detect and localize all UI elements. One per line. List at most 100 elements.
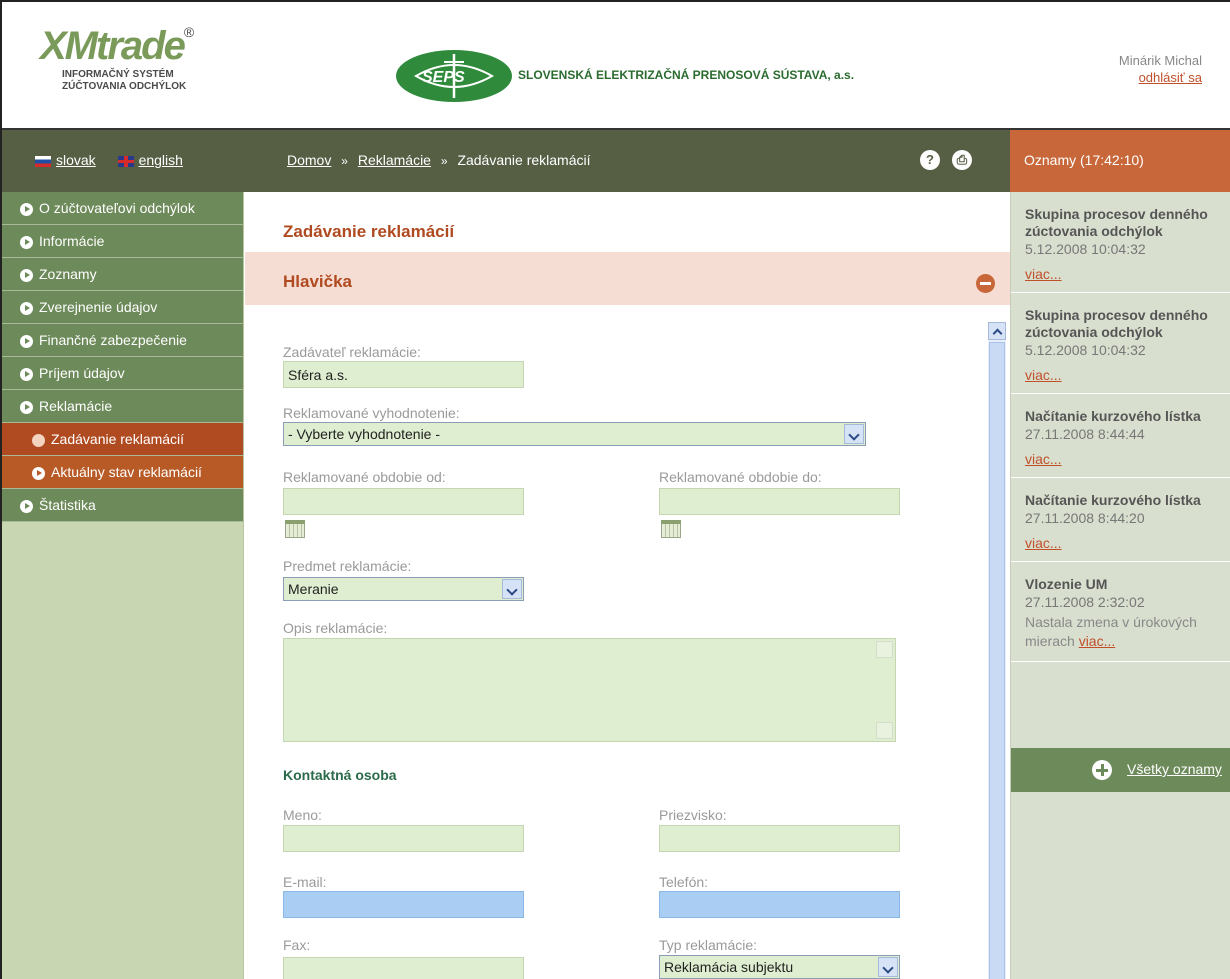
lang-english-link[interactable]: english (139, 152, 183, 168)
news-date: 5.12.2008 10:04:32 (1025, 241, 1146, 257)
bullet-arrow-icon (32, 466, 45, 480)
collapse-icon[interactable] (976, 274, 995, 293)
sidebar-subitem-zadavanie[interactable]: Zadávanie reklamácií (2, 423, 243, 456)
scrollbar-thumb[interactable] (989, 342, 1005, 979)
sidebar-item-label: Štatistika (39, 497, 96, 513)
obdobie-od-field[interactable] (283, 488, 524, 515)
bullet-arrow-icon (20, 367, 33, 381)
news-date: 5.12.2008 10:04:32 (1025, 342, 1146, 358)
news-title: Načítanie kurzového lístka (1025, 492, 1201, 508)
sidebar-item-label: O zúčtovateľovi odchýlok (39, 200, 195, 216)
email-label: E-mail: (283, 874, 327, 890)
top-bar: slovak english Domov » Reklamácie » Zadá… (2, 130, 1230, 192)
print-icon[interactable]: ⎙ (951, 150, 972, 170)
news-title: Načítanie kurzového lístka (1025, 408, 1201, 424)
chevron-down-icon (502, 579, 522, 599)
header: XMtrade® INFORMAČNÝ SYSTÉM ZÚČTOVANIA OD… (2, 2, 1230, 130)
textarea-scrollbar[interactable] (876, 641, 893, 739)
obdobie-do-field[interactable] (659, 488, 900, 515)
telefon-label: Telefón: (659, 874, 709, 890)
vyhodnotenie-label: Reklamované vyhodnotenie: (283, 405, 460, 421)
sidebar-item-prijem[interactable]: Príjem údajov (2, 357, 243, 390)
scroll-up-icon[interactable] (876, 641, 893, 658)
breadcrumb-home[interactable]: Domov (287, 152, 331, 168)
news-date: 27.11.2008 8:44:20 (1025, 510, 1145, 526)
news-item: Skupina procesov denného zúctovania odch… (1011, 293, 1230, 394)
vyhodnotenie-selected: - Vyberte vyhodnotenie - (288, 426, 441, 442)
news-title: Skupina procesov denného zúctovania odch… (1025, 206, 1208, 239)
fax-field[interactable] (283, 957, 524, 979)
opis-textarea[interactable] (283, 638, 896, 742)
sidebar-item-label: Zverejnenie údajov (39, 299, 158, 315)
sidebar-item-label: Reklamácie (39, 398, 113, 414)
zadavatel-label: Zadávateľ reklamácie: (283, 344, 421, 360)
news-more-link[interactable]: viac... (1079, 633, 1116, 649)
breadcrumb-reklamacie[interactable]: Reklamácie (358, 152, 431, 168)
sidebar-item-informacie[interactable]: Informácie (2, 225, 243, 258)
email-field[interactable] (283, 891, 524, 918)
news-date: 27.11.2008 2:32:02 (1025, 594, 1145, 610)
news-item: Načítanie kurzového lístka 27.11.2008 8:… (1011, 394, 1230, 478)
sidebar-item-label: Zadávanie reklamácií (51, 431, 185, 447)
news-item: Vlozenie UM 27.11.2008 2:32:02 Nastala z… (1011, 562, 1230, 662)
help-icon[interactable]: ? (920, 150, 940, 170)
language-switcher: slovak english (35, 152, 201, 168)
sidebar-item-reklamacie[interactable]: Reklamácie (2, 390, 243, 423)
zadavatel-field[interactable]: Sféra a.s. (283, 361, 524, 388)
telefon-field[interactable] (659, 891, 900, 918)
user-name: Minárik Michal (1118, 53, 1202, 68)
news-more-link[interactable]: viac... (1025, 535, 1220, 551)
meno-field[interactable] (283, 825, 524, 852)
vyhodnotenie-select[interactable]: - Vyberte vyhodnotenie - (283, 422, 866, 446)
news-more-link[interactable]: viac... (1025, 266, 1220, 282)
typ-label: Typ reklamácie: (659, 937, 758, 953)
sidebar-item-label: Aktuálny stav reklamácií (51, 464, 202, 480)
xmtrade-logo[interactable]: XMtrade® INFORMAČNÝ SYSTÉM ZÚČTOVANIA OD… (40, 24, 210, 114)
all-news-link[interactable]: Všetky oznamy (1127, 761, 1222, 777)
calendar-icon[interactable] (661, 520, 681, 538)
user-box: Minárik Michal odhlásiť sa (1119, 52, 1202, 86)
calendar-icon[interactable] (285, 520, 305, 538)
seps-logo-text: SEPS (422, 69, 465, 86)
sidebar-item-zverejnenie[interactable]: Zverejnenie údajov (2, 291, 243, 324)
priezvisko-field[interactable] (659, 825, 900, 852)
main-content: Zadávanie reklamácií Hlavička Zadávateľ … (245, 192, 1010, 979)
sidebar-subitem-aktualny-stav[interactable]: Aktuálny stav reklamácií (2, 456, 243, 489)
news-text: Nastala zmena v úrokových mierach viac..… (1025, 613, 1220, 651)
section-title: Hlavička (283, 272, 352, 291)
app-window: XMtrade® INFORMAČNÝ SYSTÉM ZÚČTOVANIA OD… (0, 0, 1230, 979)
sidebar-item-label: Príjem údajov (39, 365, 125, 381)
bullet-arrow-icon (20, 400, 33, 414)
bullet-arrow-icon (20, 235, 33, 249)
sidebar-item-statistika[interactable]: Štatistika (2, 489, 243, 522)
chevron-down-icon (878, 957, 898, 977)
typ-select[interactable]: Reklamácia subjektu (659, 955, 900, 979)
slovak-flag-icon (35, 155, 51, 167)
uk-flag-icon (117, 155, 134, 167)
section-header: Hlavička (245, 252, 1010, 305)
plus-icon[interactable] (1092, 760, 1112, 780)
lang-slovak-link[interactable]: slovak (56, 152, 96, 168)
page-scrollbar[interactable] (988, 322, 1006, 979)
sidebar: O zúčtovateľovi odchýlok Informácie Zozn… (2, 192, 244, 979)
logout-link[interactable]: odhlásiť sa (1139, 70, 1202, 85)
news-more-link[interactable]: viac... (1025, 367, 1220, 383)
opis-label: Opis reklamácie: (283, 620, 388, 636)
news-date: 27.11.2008 8:44:44 (1025, 426, 1145, 442)
sidebar-item-zoznamy[interactable]: Zoznamy (2, 258, 243, 291)
sidebar-item-financne[interactable]: Finančné zabezpečenie (2, 324, 243, 357)
scroll-up-icon[interactable] (988, 322, 1006, 340)
sidebar-item-zuctovatel[interactable]: O zúčtovateľovi odchýlok (2, 192, 243, 225)
sidebar-item-label: Zoznamy (39, 266, 97, 282)
chevron-down-icon (844, 424, 864, 444)
priezvisko-label: Priezvisko: (659, 807, 727, 823)
predmet-select[interactable]: Meranie (283, 577, 524, 601)
xmtrade-logo-subtitle-2: ZÚČTOVANIA ODCHÝLOK (62, 81, 187, 92)
scroll-down-icon[interactable] (876, 722, 893, 739)
kontakt-heading: Kontaktná osoba (283, 767, 397, 783)
all-news-bar: Všetky oznamy (1011, 748, 1230, 792)
news-more-link[interactable]: viac... (1025, 451, 1220, 467)
sidebar-item-label: Informácie (39, 233, 105, 249)
news-title: Vlozenie UM (1025, 576, 1108, 592)
news-item: Skupina procesov denného zúctovania odch… (1011, 192, 1230, 293)
